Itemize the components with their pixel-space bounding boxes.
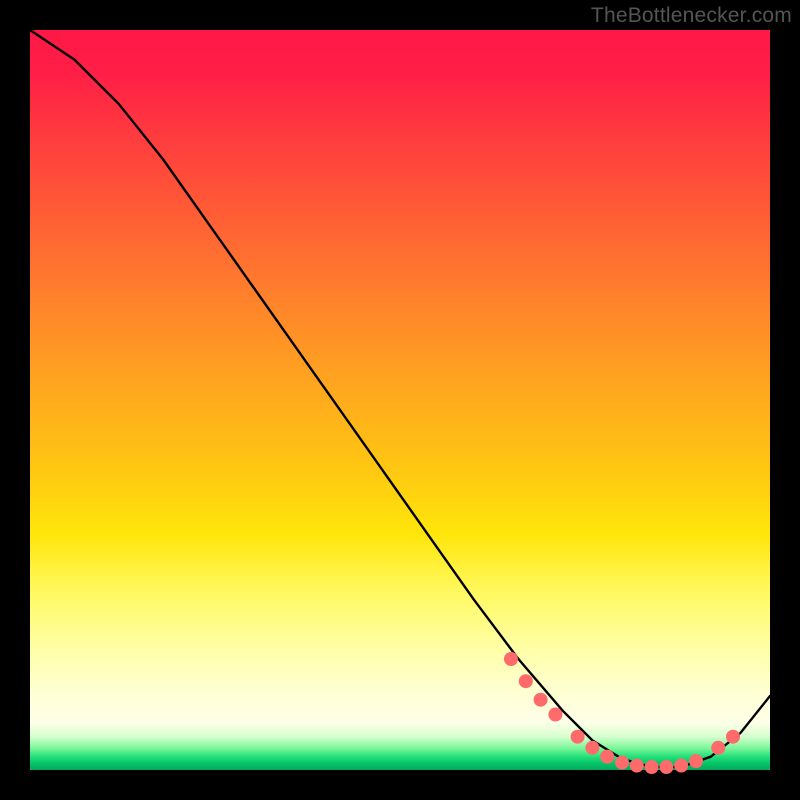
bottleneck-curve xyxy=(30,30,770,767)
chart-svg xyxy=(30,30,770,770)
curve-marker xyxy=(689,754,703,768)
curve-marker xyxy=(659,760,673,774)
curve-marker xyxy=(519,674,533,688)
curve-marker xyxy=(571,730,585,744)
curve-marker xyxy=(504,652,518,666)
curve-marker xyxy=(711,741,725,755)
curve-marker xyxy=(645,760,659,774)
curve-markers xyxy=(504,652,740,774)
curve-marker xyxy=(548,708,562,722)
chart-frame: TheBottlenecker.com xyxy=(0,0,800,800)
source-credit: TheBottlenecker.com xyxy=(591,4,792,28)
curve-marker xyxy=(630,759,644,773)
curve-marker xyxy=(615,756,629,770)
curve-marker xyxy=(674,759,688,773)
curve-marker xyxy=(534,693,548,707)
chart-plot-area xyxy=(30,30,770,770)
curve-marker xyxy=(585,741,599,755)
curve-marker xyxy=(600,750,614,764)
curve-marker xyxy=(726,730,740,744)
